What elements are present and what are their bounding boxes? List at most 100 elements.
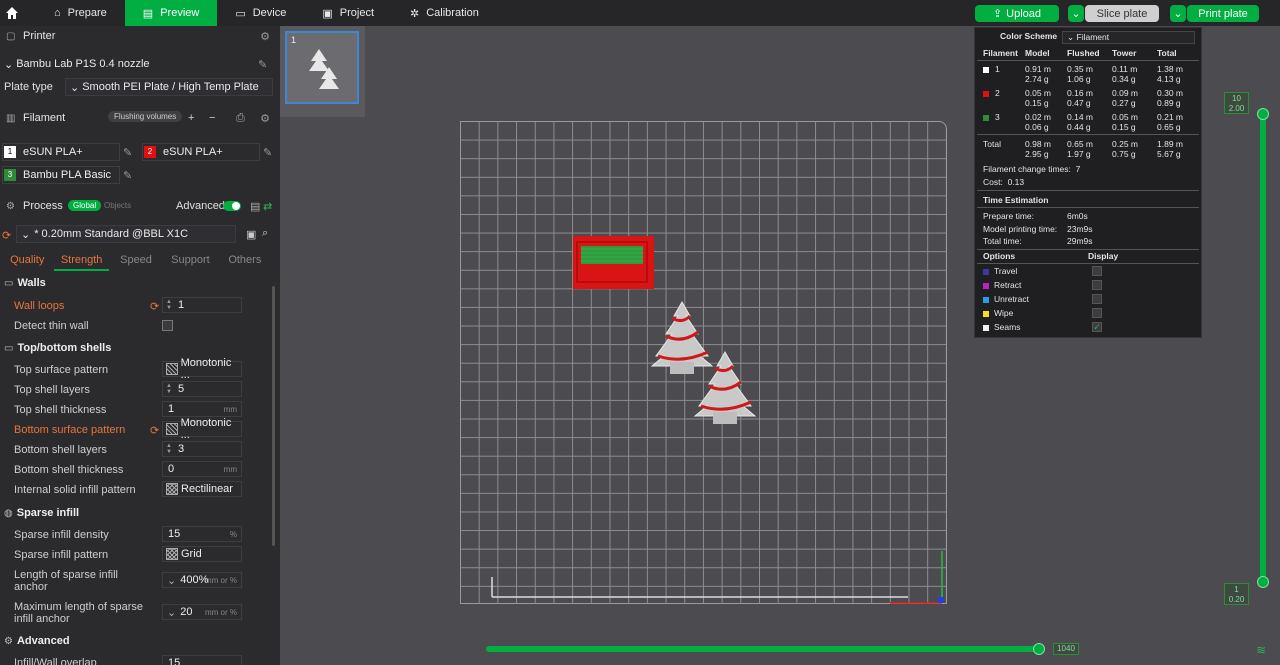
- shells-icon: ▭: [4, 342, 14, 354]
- upload-button[interactable]: ⇪ Upload: [975, 5, 1059, 22]
- tab-prepare[interactable]: ⌂ Prepare: [36, 0, 125, 26]
- plate-type-select[interactable]: ⌄ Smooth PEI Plate / High Temp Plate: [65, 78, 273, 96]
- tab-quality[interactable]: Quality: [0, 251, 54, 271]
- search-icon[interactable]: ⌕: [262, 227, 268, 240]
- chevron-down-icon: ⌄: [1067, 32, 1075, 42]
- compare-icon[interactable]: ▤: [250, 200, 260, 213]
- layers-icon[interactable]: ≋: [1256, 643, 1266, 657]
- reset-icon[interactable]: ⟳: [150, 424, 159, 437]
- filament-settings-gear-icon[interactable]: ⚙: [260, 112, 270, 125]
- global-toggle[interactable]: Global: [68, 200, 102, 211]
- unretract-display-checkbox[interactable]: [1092, 294, 1102, 304]
- top-surface-pattern-select[interactable]: Monotonic ...: [162, 357, 242, 381]
- filament-edit-icon[interactable]: ✎: [123, 169, 132, 182]
- top-shell-layers-label: Top shell layers: [14, 384, 90, 396]
- print-plate-button[interactable]: Print plate: [1187, 5, 1259, 22]
- plate-thumbnail[interactable]: 1: [285, 31, 359, 104]
- model-tree-2[interactable]: [693, 350, 757, 426]
- sparse-anchor-max-input[interactable]: ⌄ 20 mm or %: [162, 604, 242, 620]
- device-icon: ▭: [235, 7, 246, 20]
- tab-preview[interactable]: ▤ Preview: [124, 0, 218, 26]
- chevron-down-icon: ⌄: [167, 606, 177, 619]
- top-shell-thickness-input[interactable]: 1 mm: [162, 401, 242, 417]
- filament-edit-icon[interactable]: ✎: [263, 146, 272, 159]
- color-scheme-label: Color Scheme: [1000, 31, 1058, 41]
- chevron-down-icon: ⌄: [4, 58, 14, 71]
- bottom-shell-thickness-input[interactable]: 0 mm: [162, 461, 242, 477]
- wall-loops-input[interactable]: ▲ ▼ 1: [162, 297, 242, 313]
- filament-change-times: Filament change times: 7: [983, 164, 1081, 174]
- top-bottom-shells-group: ▭ Top/bottom shells: [4, 342, 112, 354]
- layer-bottom-label: 1 0.20: [1224, 583, 1249, 605]
- layer-top-label: 10 2.00: [1224, 92, 1249, 114]
- layer-slider[interactable]: [1257, 108, 1269, 590]
- sparse-anchor-length-input[interactable]: ⌄ 400% mm or %: [162, 572, 242, 588]
- retract-display-checkbox[interactable]: [1092, 280, 1102, 290]
- printer-settings-gear-icon[interactable]: ⚙: [260, 30, 270, 43]
- sync-filament-icon[interactable]: ⎙: [236, 112, 245, 125]
- tab-calibration[interactable]: ✲ Calibration: [392, 0, 497, 26]
- seams-display-checkbox[interactable]: ✓: [1092, 322, 1102, 332]
- unretract-swatch: [983, 297, 989, 303]
- top-shell-layers-input[interactable]: ▲ ▼ 5: [162, 381, 242, 397]
- home-icon[interactable]: [0, 0, 24, 26]
- reset-preset-icon[interactable]: ⟳: [2, 229, 11, 242]
- printer-section-header: ▢ Printer ⚙: [6, 30, 270, 43]
- slice-dropdown-icon[interactable]: ⌄: [1068, 5, 1084, 22]
- preview-icon: ▤: [142, 7, 154, 20]
- monotonic-pattern-icon: [166, 423, 178, 435]
- filament-edit-icon[interactable]: ✎: [123, 146, 132, 159]
- process-preset-select[interactable]: ⌄ * 0.20mm Standard @BBL X1C: [16, 225, 236, 243]
- col-tower: Tower: [1112, 48, 1137, 58]
- filament-slot-1[interactable]: 1 eSUN PLA+: [2, 143, 120, 161]
- filament-slot-number: 1: [4, 146, 16, 158]
- tab-others[interactable]: Others: [218, 251, 272, 271]
- layer-slider-bottom-handle[interactable]: [1257, 576, 1269, 588]
- advanced-switch[interactable]: [223, 201, 241, 211]
- color-scheme-select[interactable]: ⌄ Filament: [1062, 31, 1195, 44]
- infill-wall-overlap-input[interactable]: 15: [162, 655, 242, 665]
- tab-support[interactable]: Support: [163, 251, 217, 271]
- internal-solid-infill-pattern-select[interactable]: Rectilinear: [162, 481, 242, 497]
- wipe-display-checkbox[interactable]: [1092, 308, 1102, 318]
- filament-slot-3[interactable]: 3 Bambu PLA Basic: [2, 166, 120, 184]
- sparse-infill-pattern-label: Sparse infill pattern: [14, 549, 109, 561]
- reset-icon[interactable]: ⟳: [150, 300, 159, 313]
- sparse-infill-density-input[interactable]: 15%: [162, 526, 242, 542]
- filament-slot-2[interactable]: 2 eSUN PLA+: [142, 143, 260, 161]
- tab-device[interactable]: ▭ Device: [217, 0, 304, 26]
- plate-origin-lines: [491, 577, 908, 598]
- advanced-group: ⚙ Advanced: [4, 635, 70, 647]
- move-slider[interactable]: [486, 643, 1046, 655]
- remove-filament-icon[interactable]: −: [209, 112, 215, 124]
- bottom-shell-layers-label: Bottom shell layers: [14, 444, 107, 456]
- walls-icon: ▭: [4, 277, 14, 289]
- add-filament-icon[interactable]: +: [188, 112, 194, 124]
- printer-select[interactable]: ⌄ Bambu Lab P1S 0.4 nozzle: [0, 55, 256, 73]
- move-slider-handle[interactable]: [1033, 643, 1045, 655]
- slice-plate-button[interactable]: Slice plate: [1085, 5, 1159, 22]
- layer-slider-top-handle[interactable]: [1257, 108, 1269, 120]
- wall-loops-label: Wall loops: [14, 300, 65, 312]
- settings-scrollbar[interactable]: [272, 286, 275, 546]
- settings-sidebar: ▢ Printer ⚙ ⌄ Bambu Lab P1S 0.4 nozzle ✎…: [0, 26, 280, 665]
- bottom-surface-pattern-select[interactable]: Monotonic ...: [162, 417, 242, 441]
- flushing-volumes-button[interactable]: Flushing volumes: [108, 111, 183, 122]
- save-preset-icon[interactable]: ▣: [246, 228, 256, 241]
- printer-edit-icon[interactable]: ✎: [258, 58, 267, 71]
- process-tabs: Quality Strength Speed Support Others: [0, 251, 272, 271]
- tab-speed[interactable]: Speed: [109, 251, 163, 271]
- process-section-header: ⚙ Process Global Objects Advanced ▤ ⇄: [6, 200, 273, 213]
- travel-display-checkbox[interactable]: [1092, 266, 1102, 276]
- detect-thin-wall-checkbox[interactable]: [162, 320, 173, 331]
- tab-strength[interactable]: Strength: [54, 251, 109, 271]
- model-wipe-tower[interactable]: [573, 236, 655, 290]
- tab-project[interactable]: ▣ Project: [304, 0, 392, 26]
- objects-toggle[interactable]: Objects: [104, 201, 131, 210]
- swap-icon[interactable]: ⇄: [263, 200, 272, 213]
- bottom-shell-layers-input[interactable]: ▲ ▼ 3: [162, 441, 242, 457]
- print-dropdown-icon[interactable]: ⌄: [1170, 5, 1186, 22]
- filament-section-header: ▥ Filament Flushing volumes + − ⎙ ⚙: [6, 111, 270, 125]
- sparse-infill-pattern-select[interactable]: Grid: [162, 546, 242, 562]
- internal-solid-infill-pattern-label: Internal solid infill pattern: [14, 484, 136, 496]
